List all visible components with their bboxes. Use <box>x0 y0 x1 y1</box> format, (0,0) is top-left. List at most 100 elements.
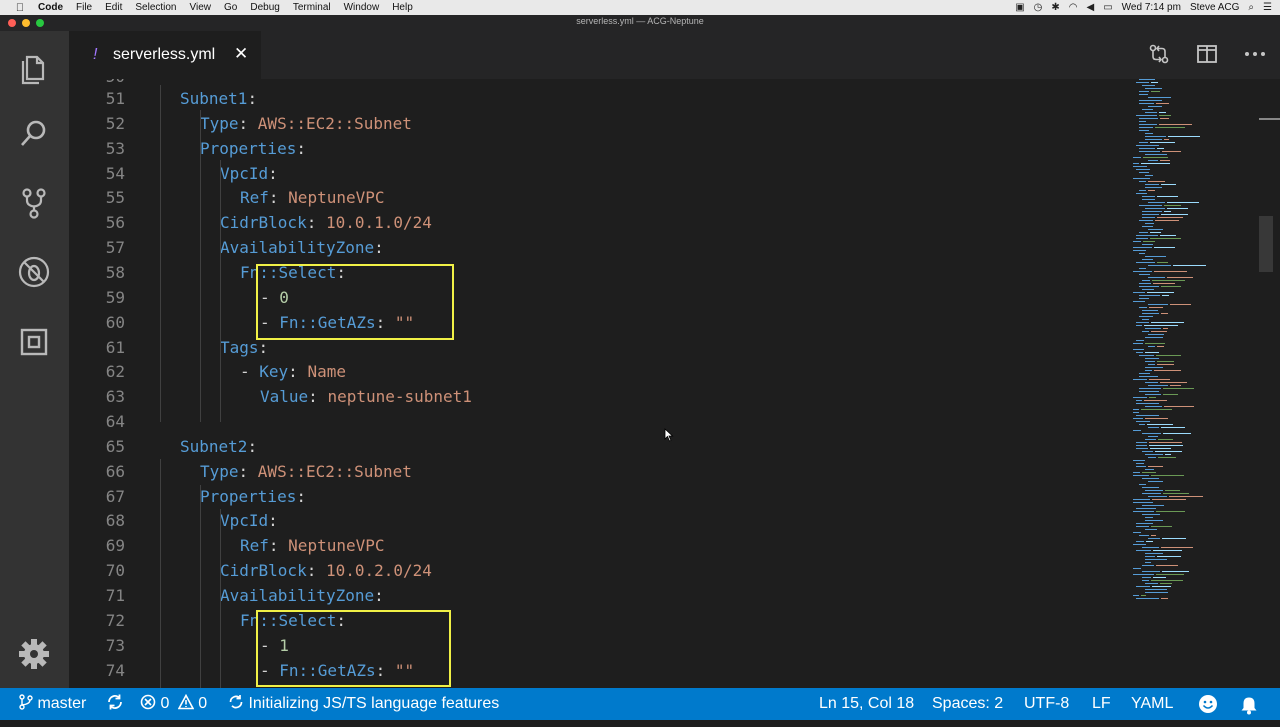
code-line[interactable]: 62 - Key: Name <box>69 359 1129 384</box>
indent-guide <box>220 509 221 688</box>
problems-indicator[interactable]: 0 0 <box>140 688 207 720</box>
cursor-position[interactable]: Ln 15, Col 18 <box>819 688 914 720</box>
minimap-line <box>1173 265 1206 266</box>
minimap-line <box>1157 556 1181 557</box>
menu-debug[interactable]: Debug <box>250 2 279 13</box>
close-icon[interactable]: ✕ <box>234 44 248 64</box>
menu-go[interactable]: Go <box>224 2 237 13</box>
compare-changes-icon[interactable] <box>1148 43 1170 65</box>
code-line[interactable]: 65 Subnet2: <box>69 434 1129 459</box>
minimap-line <box>1136 466 1146 467</box>
minimap[interactable] <box>1131 79 1251 688</box>
tab-serverless-yml[interactable]: ! serverless.yml ✕ <box>69 31 261 79</box>
code-line[interactable]: 71 AvailabilityZone: <box>69 583 1129 608</box>
code-line[interactable]: 55 Ref: NeptuneVPC <box>69 185 1129 210</box>
menu-terminal[interactable]: Terminal <box>293 2 331 13</box>
indentation-setting[interactable]: Spaces: 2 <box>932 688 1003 720</box>
source-control-icon[interactable] <box>14 183 54 223</box>
explorer-icon[interactable] <box>14 47 54 87</box>
code-line[interactable]: 53 Properties: <box>69 136 1129 161</box>
menu-window[interactable]: Window <box>344 2 380 13</box>
code-token: : <box>374 586 384 605</box>
vertical-scrollbar[interactable] <box>1259 216 1273 272</box>
spotlight-icon[interactable]: ⌕ <box>1248 2 1254 13</box>
minimap-line <box>1161 286 1181 287</box>
code-line[interactable]: 63 Value: neptune-subnet1 <box>69 384 1129 409</box>
time-machine-icon[interactable]: ◷ <box>1034 2 1043 13</box>
code-line[interactable]: 59- 0 <box>69 285 1129 310</box>
code-line[interactable]: 56 CidrBlock: 10.0.1.0/24 <box>69 210 1129 235</box>
menubar-user[interactable]: Steve ACG <box>1190 2 1239 13</box>
bluetooth-icon[interactable]: ✱ <box>1051 2 1059 13</box>
code-line[interactable]: 60- Fn::GetAZs: "" <box>69 310 1129 335</box>
minimap-line <box>1160 235 1176 236</box>
minimap-line <box>1133 349 1144 350</box>
code-line[interactable]: 57 AvailabilityZone: <box>69 235 1129 260</box>
minimap-line <box>1133 301 1145 302</box>
language-service-status[interactable]: Initializing JS/TS language features <box>228 688 499 720</box>
code-token: : <box>247 436 258 456</box>
battery-icon[interactable]: ▭ <box>1103 2 1112 13</box>
menu-help[interactable]: Help <box>392 2 413 13</box>
code-line[interactable]: 73- 1 <box>69 633 1129 658</box>
menu-edit[interactable]: Edit <box>105 2 122 13</box>
minimap-line <box>1145 343 1165 344</box>
notification-center-icon[interactable]: ☰ <box>1263 2 1272 13</box>
volume-icon[interactable]: ◀ <box>1087 2 1095 13</box>
minimap-line <box>1164 406 1194 407</box>
code-line[interactable]: 58 Fn::Select: <box>69 260 1129 285</box>
minimap-line <box>1145 559 1167 560</box>
bell-icon[interactable] <box>1240 695 1258 715</box>
more-actions-icon[interactable] <box>1244 43 1266 65</box>
app-menu[interactable]: Code <box>38 2 63 13</box>
search-icon[interactable] <box>14 114 54 154</box>
line-number: 51 <box>105 89 125 108</box>
minimap-line <box>1152 280 1185 281</box>
code-line[interactable]: 54 VpcId: <box>69 161 1129 186</box>
end-of-line[interactable]: LF <box>1092 688 1111 720</box>
file-encoding[interactable]: UTF-8 <box>1024 688 1069 720</box>
language-mode[interactable]: YAML <box>1131 688 1173 720</box>
git-branch-label: master <box>37 695 87 712</box>
code-line[interactable]: 74- Fn::GetAZs: "" <box>69 658 1129 683</box>
split-editor-icon[interactable] <box>1196 43 1218 65</box>
wifi-icon[interactable]: ◠ <box>1069 2 1078 13</box>
code-line[interactable]: 68 VpcId: <box>69 508 1129 533</box>
code-line[interactable]: 66 Type: AWS::EC2::Subnet <box>69 459 1129 484</box>
smiley-feedback-icon[interactable] <box>1198 694 1218 714</box>
code-text: Properties: <box>200 484 306 509</box>
code-text: Ref: NeptuneVPC <box>240 533 385 558</box>
code-token: VpcId <box>220 511 269 531</box>
git-branch-item[interactable]: master <box>19 688 86 720</box>
code-token: : <box>268 536 289 556</box>
minimap-line <box>1142 493 1161 494</box>
minimap-line <box>1133 472 1140 473</box>
code-line[interactable]: 67 Properties: <box>69 484 1129 509</box>
airplay-icon[interactable]: ▣ <box>1015 2 1024 13</box>
sync-icon[interactable] <box>106 688 124 720</box>
line-number: 59 <box>105 287 125 307</box>
code-line[interactable]: 69 Ref: NeptuneVPC <box>69 533 1129 558</box>
line-number: 61 <box>105 337 125 357</box>
code-line[interactable]: 52 Type: AWS::EC2::Subnet <box>69 111 1129 136</box>
minimap-line <box>1145 589 1167 590</box>
code-text: Type: AWS::EC2::Subnet <box>200 111 412 136</box>
code-line[interactable]: 72 Fn::Select: <box>69 608 1129 633</box>
minimap-line <box>1156 511 1185 512</box>
code-token: Type <box>200 461 239 481</box>
apple-menu-icon[interactable]:  <box>13 2 27 14</box>
code-line[interactable]: 51 Subnet1: <box>69 86 1129 111</box>
menu-view[interactable]: View <box>190 2 212 13</box>
menu-file[interactable]: File <box>76 2 92 13</box>
code-line[interactable]: 64 <box>69 409 1129 434</box>
menubar-clock[interactable]: Wed 7:14 pm <box>1122 2 1181 13</box>
debug-icon[interactable] <box>14 252 54 292</box>
minimap-line <box>1145 154 1167 155</box>
menu-selection[interactable]: Selection <box>135 2 176 13</box>
settings-gear-icon[interactable] <box>14 634 54 674</box>
code-editor[interactable]: 50 51Subnet1:52Type: AWS::EC2::Subnet53P… <box>69 79 1280 688</box>
code-line[interactable]: 70 CidrBlock: 10.0.2.0/24 <box>69 558 1129 583</box>
code-line[interactable]: 61 Tags: <box>69 335 1129 360</box>
minimap-line <box>1145 592 1168 593</box>
extensions-icon[interactable] <box>14 322 54 362</box>
